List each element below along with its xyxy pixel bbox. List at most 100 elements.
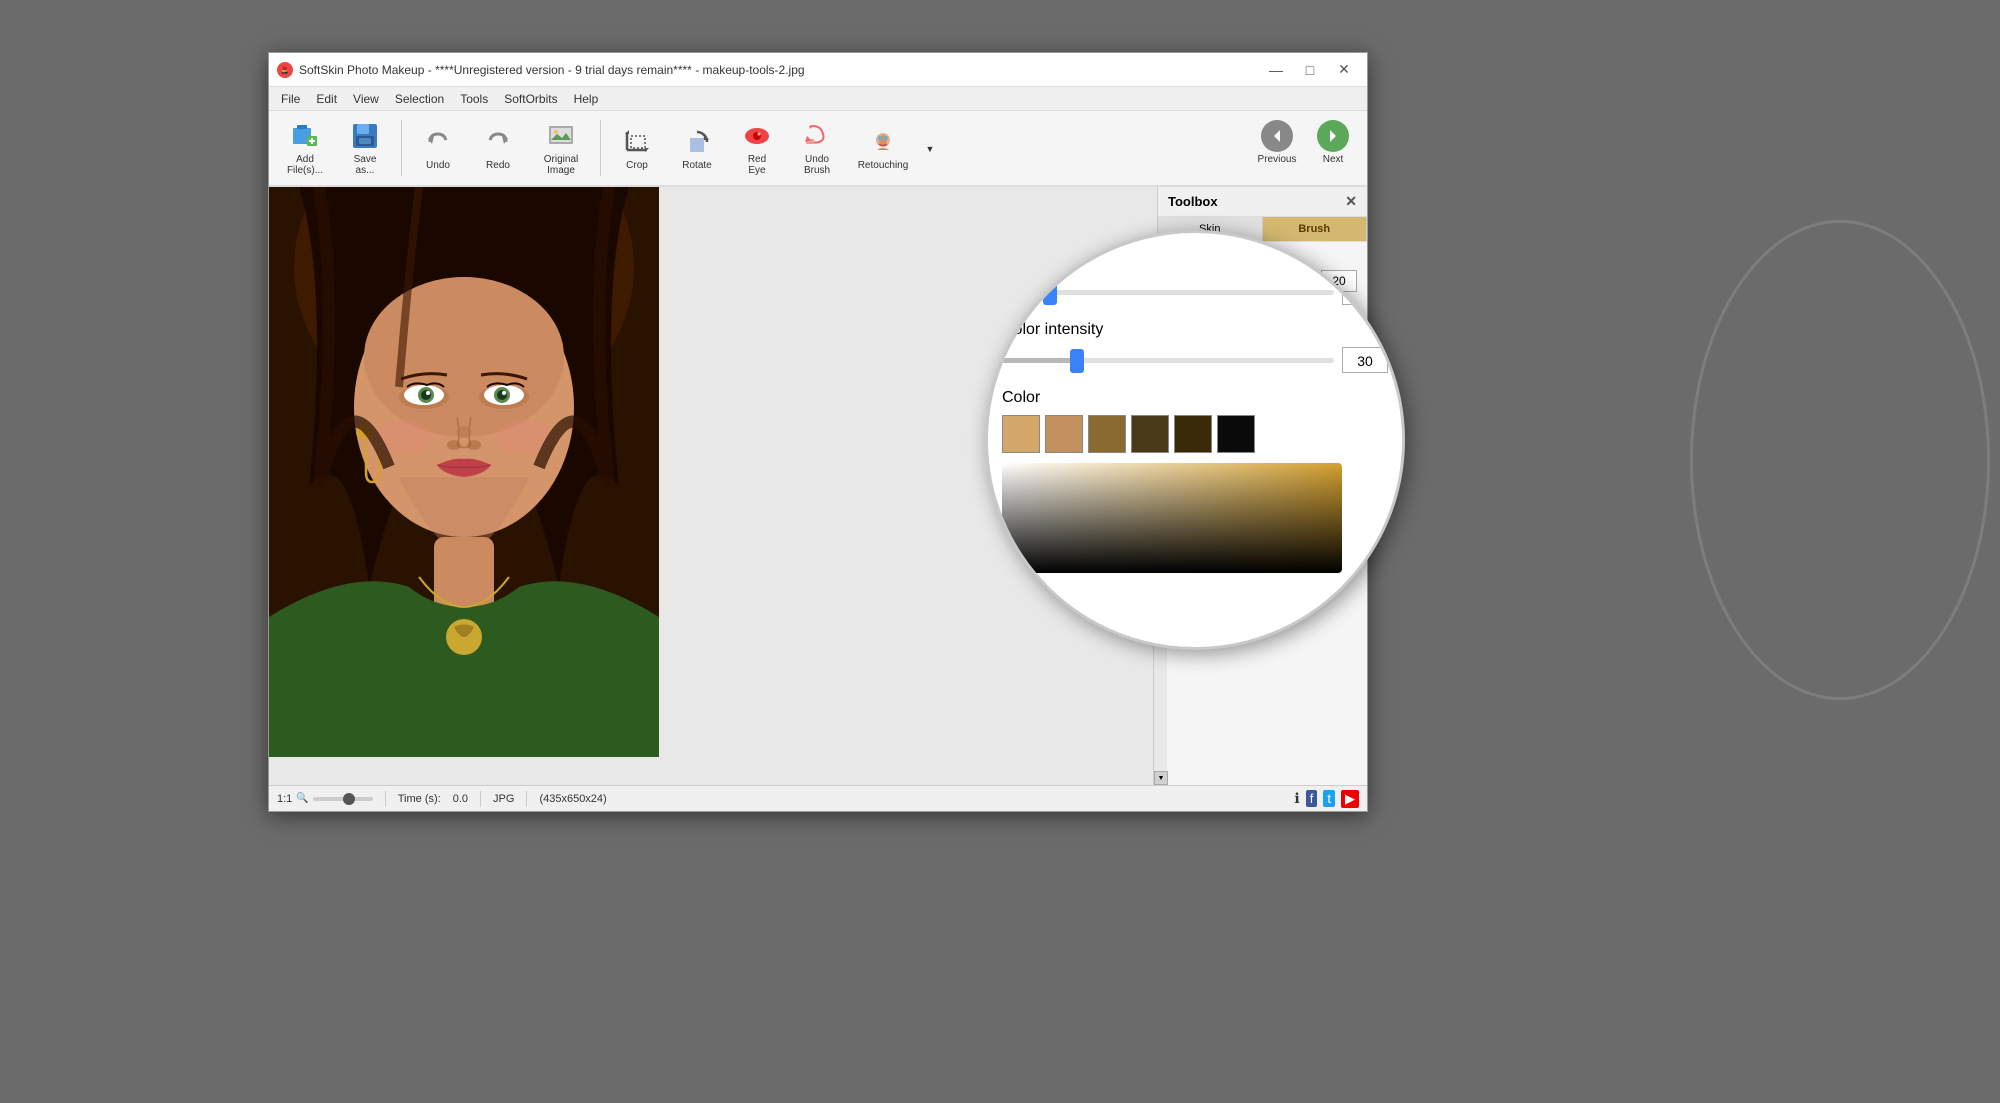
menu-view[interactable]: View [345, 90, 387, 108]
mag-color-label: Color [1002, 389, 1388, 407]
separator-1 [401, 120, 402, 176]
rotate-label: Rotate [682, 160, 711, 171]
prev-circle-icon [1261, 120, 1293, 152]
app-icon: 💄 [277, 62, 293, 78]
retouching-icon [867, 126, 899, 158]
menu-bar: File Edit View Selection Tools SoftOrbit… [269, 87, 1367, 111]
mag-swatch-1[interactable] [1002, 415, 1040, 453]
toolbox-close-button[interactable]: ✕ [1345, 193, 1357, 210]
previous-label: Previous [1258, 154, 1297, 165]
mag-swatch-6[interactable] [1217, 415, 1255, 453]
status-icons: ℹ f t ▶ [1294, 790, 1359, 808]
dropdown-button[interactable]: ▼ [921, 133, 939, 165]
red-eye-icon [741, 120, 773, 152]
image-format: JPG [493, 793, 514, 805]
undo-brush-label: Undo Brush [804, 154, 830, 176]
redo-button[interactable]: Redo [470, 116, 526, 180]
magnifier-circle: Radius 20 Color intensity 30 Color [985, 230, 1405, 650]
window-title: SoftSkin Photo Makeup - ****Unregistered… [299, 63, 805, 77]
mag-swatch-5[interactable] [1174, 415, 1212, 453]
save-icon [349, 120, 381, 152]
mag-color-picker[interactable] [1002, 463, 1342, 573]
image-dimensions: (435x650x24) [539, 793, 606, 805]
minimize-button[interactable]: — [1261, 59, 1291, 81]
toolbar: Add File(s)... Save as... [269, 111, 1367, 187]
toolbox-title: Toolbox [1168, 194, 1218, 209]
status-sep-1 [385, 791, 386, 807]
next-circle-icon [1317, 120, 1349, 152]
separator-2 [600, 120, 601, 176]
original-image-label: Original Image [544, 154, 578, 176]
window-controls: — □ ✕ [1261, 59, 1359, 81]
undo-brush-button[interactable]: Undo Brush [789, 116, 845, 180]
tab-brush[interactable]: Brush [1263, 217, 1368, 241]
mag-intensity-value[interactable]: 30 [1342, 347, 1388, 373]
zoom-slider[interactable] [313, 797, 373, 801]
mag-intensity-slider[interactable] [1002, 358, 1334, 363]
decorative-arc [1690, 220, 1990, 700]
original-image-button[interactable]: Original Image [530, 116, 592, 180]
youtube-icon[interactable]: ▶ [1341, 790, 1359, 808]
time-value: 0.0 [453, 793, 468, 805]
scroll-down-button[interactable]: ▼ [1154, 771, 1168, 785]
status-bar: 1:1 🔍 Time (s): 0.0 JPG (435x650x24) ℹ f… [269, 785, 1367, 811]
menu-tools[interactable]: Tools [452, 90, 496, 108]
rotate-button[interactable]: Rotate [669, 116, 725, 180]
status-sep-2 [480, 791, 481, 807]
add-files-label: Add File(s)... [287, 154, 323, 176]
undo-label: Undo [426, 160, 450, 171]
close-button[interactable]: ✕ [1329, 59, 1359, 81]
redo-label: Redo [486, 160, 510, 171]
mag-swatch-4[interactable] [1131, 415, 1169, 453]
maximize-button[interactable]: □ [1295, 59, 1325, 81]
next-button[interactable]: Next [1307, 116, 1359, 180]
time-label: Time (s): [398, 793, 441, 805]
mag-radius-row: 20 [1002, 279, 1388, 305]
toolbar-right: Previous Next [1251, 116, 1359, 180]
zoom-icon: 🔍 [296, 793, 308, 804]
facebook-icon[interactable]: f [1306, 790, 1318, 807]
mag-intensity-row: 30 [1002, 347, 1388, 373]
save-as-button[interactable]: Save as... [337, 116, 393, 180]
mag-swatches [1002, 415, 1388, 453]
previous-button[interactable]: Previous [1251, 116, 1303, 180]
mag-intensity-label: Color intensity [1002, 321, 1388, 339]
red-eye-button[interactable]: Red Eye [729, 116, 785, 180]
mag-swatch-3[interactable] [1088, 415, 1126, 453]
menu-edit[interactable]: Edit [308, 90, 345, 108]
crop-label: Crop [626, 160, 648, 171]
menu-file[interactable]: File [273, 90, 308, 108]
photo-canvas [269, 187, 659, 757]
crop-button[interactable]: Crop [609, 116, 665, 180]
red-eye-label: Red Eye [748, 154, 766, 176]
original-image-icon [545, 120, 577, 152]
retouching-label: Retouching [858, 160, 909, 171]
info-icon: ℹ [1294, 790, 1299, 807]
menu-softorbits[interactable]: SoftOrbits [496, 90, 565, 108]
zoom-controls: 1:1 🔍 [277, 793, 373, 805]
mag-radius-slider[interactable] [1002, 290, 1334, 295]
mag-swatch-2[interactable] [1045, 415, 1083, 453]
undo-button[interactable]: Undo [410, 116, 466, 180]
zoom-level: 1:1 [277, 793, 292, 805]
retouching-button[interactable]: Retouching [849, 116, 917, 180]
twitter-icon[interactable]: t [1323, 790, 1335, 807]
status-sep-3 [526, 791, 527, 807]
mag-intensity-thumb[interactable] [1070, 349, 1084, 373]
undo-icon [422, 126, 454, 158]
menu-selection[interactable]: Selection [387, 90, 452, 108]
mag-radius-thumb[interactable] [1043, 281, 1057, 305]
crop-icon [621, 126, 653, 158]
toolbox-header: Toolbox ✕ [1158, 187, 1367, 217]
add-files-icon [289, 120, 321, 152]
add-files-button[interactable]: Add File(s)... [277, 116, 333, 180]
undo-brush-icon [801, 120, 833, 152]
redo-icon [482, 126, 514, 158]
menu-help[interactable]: Help [566, 90, 607, 108]
next-label: Next [1323, 154, 1344, 165]
rotate-icon [681, 126, 713, 158]
save-as-label: Save as... [354, 154, 377, 176]
title-bar: 💄 SoftSkin Photo Makeup - ****Unregister… [269, 53, 1367, 87]
title-bar-left: 💄 SoftSkin Photo Makeup - ****Unregister… [277, 62, 805, 78]
dropdown-arrow-icon: ▼ [926, 144, 935, 154]
